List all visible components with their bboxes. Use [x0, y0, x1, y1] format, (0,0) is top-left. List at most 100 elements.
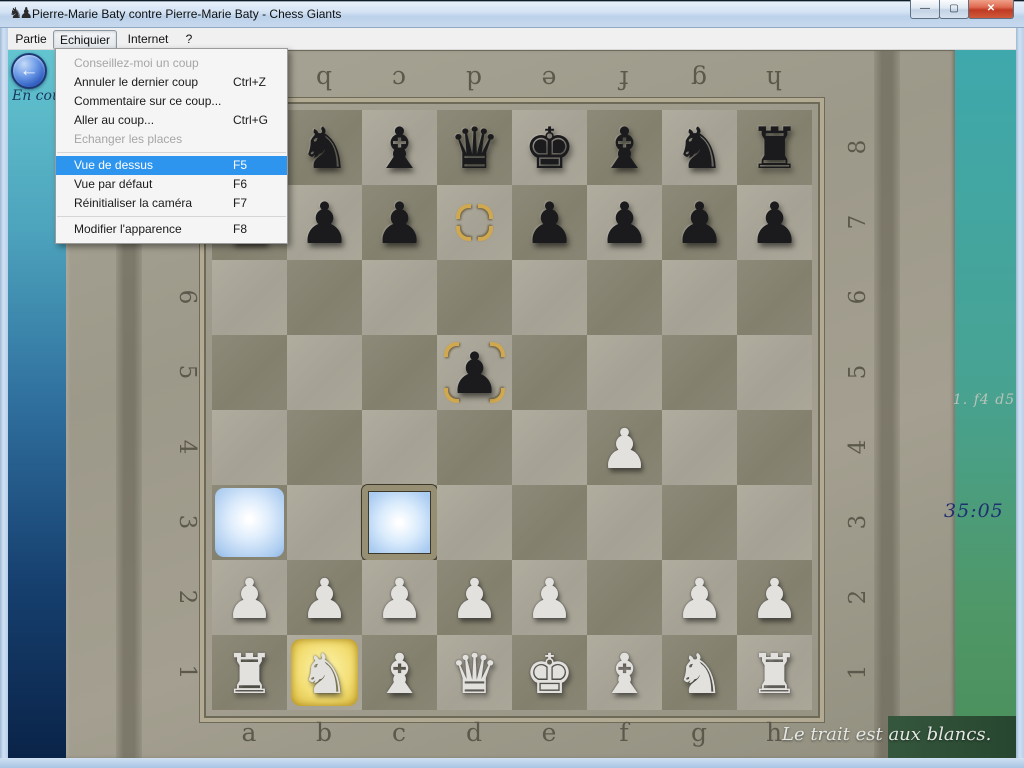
square-e8[interactable]: ♚ [512, 110, 587, 185]
close-button[interactable]: ✕ [968, 0, 1014, 19]
square-g4[interactable] [662, 410, 737, 485]
square-c1[interactable]: ♝ [362, 635, 437, 710]
square-g8[interactable]: ♞ [662, 110, 737, 185]
square-a5[interactable] [212, 335, 287, 410]
menu-echiquier[interactable]: Echiquier [53, 30, 117, 50]
square-c5[interactable] [362, 335, 437, 410]
piece-white-knight-g1[interactable]: ♞ [662, 635, 737, 710]
piece-white-pawn-a2[interactable]: ♟ [212, 560, 287, 635]
minimize-button[interactable]: — [910, 0, 940, 19]
square-g3[interactable] [662, 485, 737, 560]
square-d3[interactable] [437, 485, 512, 560]
piece-white-pawn-b2[interactable]: ♟ [287, 560, 362, 635]
piece-black-pawn-c7[interactable]: ♟ [362, 185, 437, 260]
piece-white-rook-h1[interactable]: ♜ [737, 635, 812, 710]
menu-help[interactable]: ? [181, 30, 197, 48]
square-h2[interactable]: ♟ [737, 560, 812, 635]
square-g5[interactable] [662, 335, 737, 410]
square-h7[interactable]: ♟ [737, 185, 812, 260]
square-d5[interactable]: ♟ [437, 335, 512, 410]
menu-item-commentaire-sur-ce-coup[interactable]: Commentaire sur ce coup... [56, 92, 287, 111]
square-f3[interactable] [587, 485, 662, 560]
square-c4[interactable] [362, 410, 437, 485]
square-a2[interactable]: ♟ [212, 560, 287, 635]
menu-item-vue-de-dessus[interactable]: Vue de dessusF5 [56, 156, 287, 175]
square-b2[interactable]: ♟ [287, 560, 362, 635]
square-h3[interactable] [737, 485, 812, 560]
square-f1[interactable]: ♝ [587, 635, 662, 710]
square-g7[interactable]: ♟ [662, 185, 737, 260]
square-e5[interactable] [512, 335, 587, 410]
square-e6[interactable] [512, 260, 587, 335]
piece-black-rook-h8[interactable]: ♜ [737, 110, 812, 185]
menu-item-modifier-l-apparence[interactable]: Modifier l'apparenceF8 [56, 220, 287, 239]
square-f7[interactable]: ♟ [587, 185, 662, 260]
menu-item-vue-par-d-faut[interactable]: Vue par défautF6 [56, 175, 287, 194]
square-e3[interactable] [512, 485, 587, 560]
piece-white-pawn-h2[interactable]: ♟ [737, 560, 812, 635]
square-a3[interactable] [212, 485, 287, 560]
piece-black-bishop-f8[interactable]: ♝ [587, 110, 662, 185]
square-f4[interactable]: ♟ [587, 410, 662, 485]
square-f6[interactable] [587, 260, 662, 335]
square-a4[interactable] [212, 410, 287, 485]
piece-black-pawn-g7[interactable]: ♟ [662, 185, 737, 260]
square-f2[interactable] [587, 560, 662, 635]
square-h1[interactable]: ♜ [737, 635, 812, 710]
piece-white-bishop-c1[interactable]: ♝ [362, 635, 437, 710]
piece-white-pawn-e2[interactable]: ♟ [512, 560, 587, 635]
piece-black-pawn-b7[interactable]: ♟ [287, 185, 362, 260]
square-b4[interactable] [287, 410, 362, 485]
piece-white-queen-d1[interactable]: ♛ [437, 635, 512, 710]
square-c7[interactable]: ♟ [362, 185, 437, 260]
square-h8[interactable]: ♜ [737, 110, 812, 185]
square-f8[interactable]: ♝ [587, 110, 662, 185]
piece-black-knight-g8[interactable]: ♞ [662, 110, 737, 185]
square-b6[interactable] [287, 260, 362, 335]
square-d7[interactable] [437, 185, 512, 260]
piece-white-pawn-c2[interactable]: ♟ [362, 560, 437, 635]
maximize-button[interactable]: ▢ [939, 0, 969, 19]
menu-item-r-initialiser-la-cam-ra[interactable]: Réinitialiser la caméraF7 [56, 194, 287, 213]
title-bar[interactable]: ♞♟ Pierre-Marie Baty contre Pierre-Marie… [0, 0, 1024, 28]
piece-white-king-e1[interactable]: ♚ [512, 635, 587, 710]
square-c6[interactable] [362, 260, 437, 335]
square-c2[interactable]: ♟ [362, 560, 437, 635]
menu-internet[interactable]: Internet [121, 30, 175, 48]
back-arrow-icon[interactable]: ← [11, 53, 47, 89]
square-g1[interactable]: ♞ [662, 635, 737, 710]
square-b8[interactable]: ♞ [287, 110, 362, 185]
menu-item-aller-au-coup[interactable]: Aller au coup...Ctrl+G [56, 111, 287, 130]
square-a6[interactable] [212, 260, 287, 335]
square-e7[interactable]: ♟ [512, 185, 587, 260]
square-h6[interactable] [737, 260, 812, 335]
square-g2[interactable]: ♟ [662, 560, 737, 635]
square-h5[interactable] [737, 335, 812, 410]
square-e1[interactable]: ♚ [512, 635, 587, 710]
square-c3[interactable] [362, 485, 437, 560]
square-d8[interactable]: ♛ [437, 110, 512, 185]
menu-item-annuler-le-dernier-coup[interactable]: Annuler le dernier coupCtrl+Z [56, 73, 287, 92]
square-h4[interactable] [737, 410, 812, 485]
piece-black-queen-d8[interactable]: ♛ [437, 110, 512, 185]
piece-black-king-e8[interactable]: ♚ [512, 110, 587, 185]
piece-white-pawn-d2[interactable]: ♟ [437, 560, 512, 635]
square-e2[interactable]: ♟ [512, 560, 587, 635]
piece-white-pawn-f4[interactable]: ♟ [587, 410, 662, 485]
square-f5[interactable] [587, 335, 662, 410]
piece-white-bishop-f1[interactable]: ♝ [587, 635, 662, 710]
piece-black-bishop-c8[interactable]: ♝ [362, 110, 437, 185]
square-d4[interactable] [437, 410, 512, 485]
square-d2[interactable]: ♟ [437, 560, 512, 635]
square-b7[interactable]: ♟ [287, 185, 362, 260]
square-b1[interactable]: ♞ [287, 635, 362, 710]
piece-black-pawn-e7[interactable]: ♟ [512, 185, 587, 260]
square-d6[interactable] [437, 260, 512, 335]
menu-partie[interactable]: Partie [11, 30, 51, 48]
square-d1[interactable]: ♛ [437, 635, 512, 710]
piece-black-pawn-f7[interactable]: ♟ [587, 185, 662, 260]
piece-black-pawn-h7[interactable]: ♟ [737, 185, 812, 260]
square-e4[interactable] [512, 410, 587, 485]
square-g6[interactable] [662, 260, 737, 335]
piece-white-pawn-g2[interactable]: ♟ [662, 560, 737, 635]
